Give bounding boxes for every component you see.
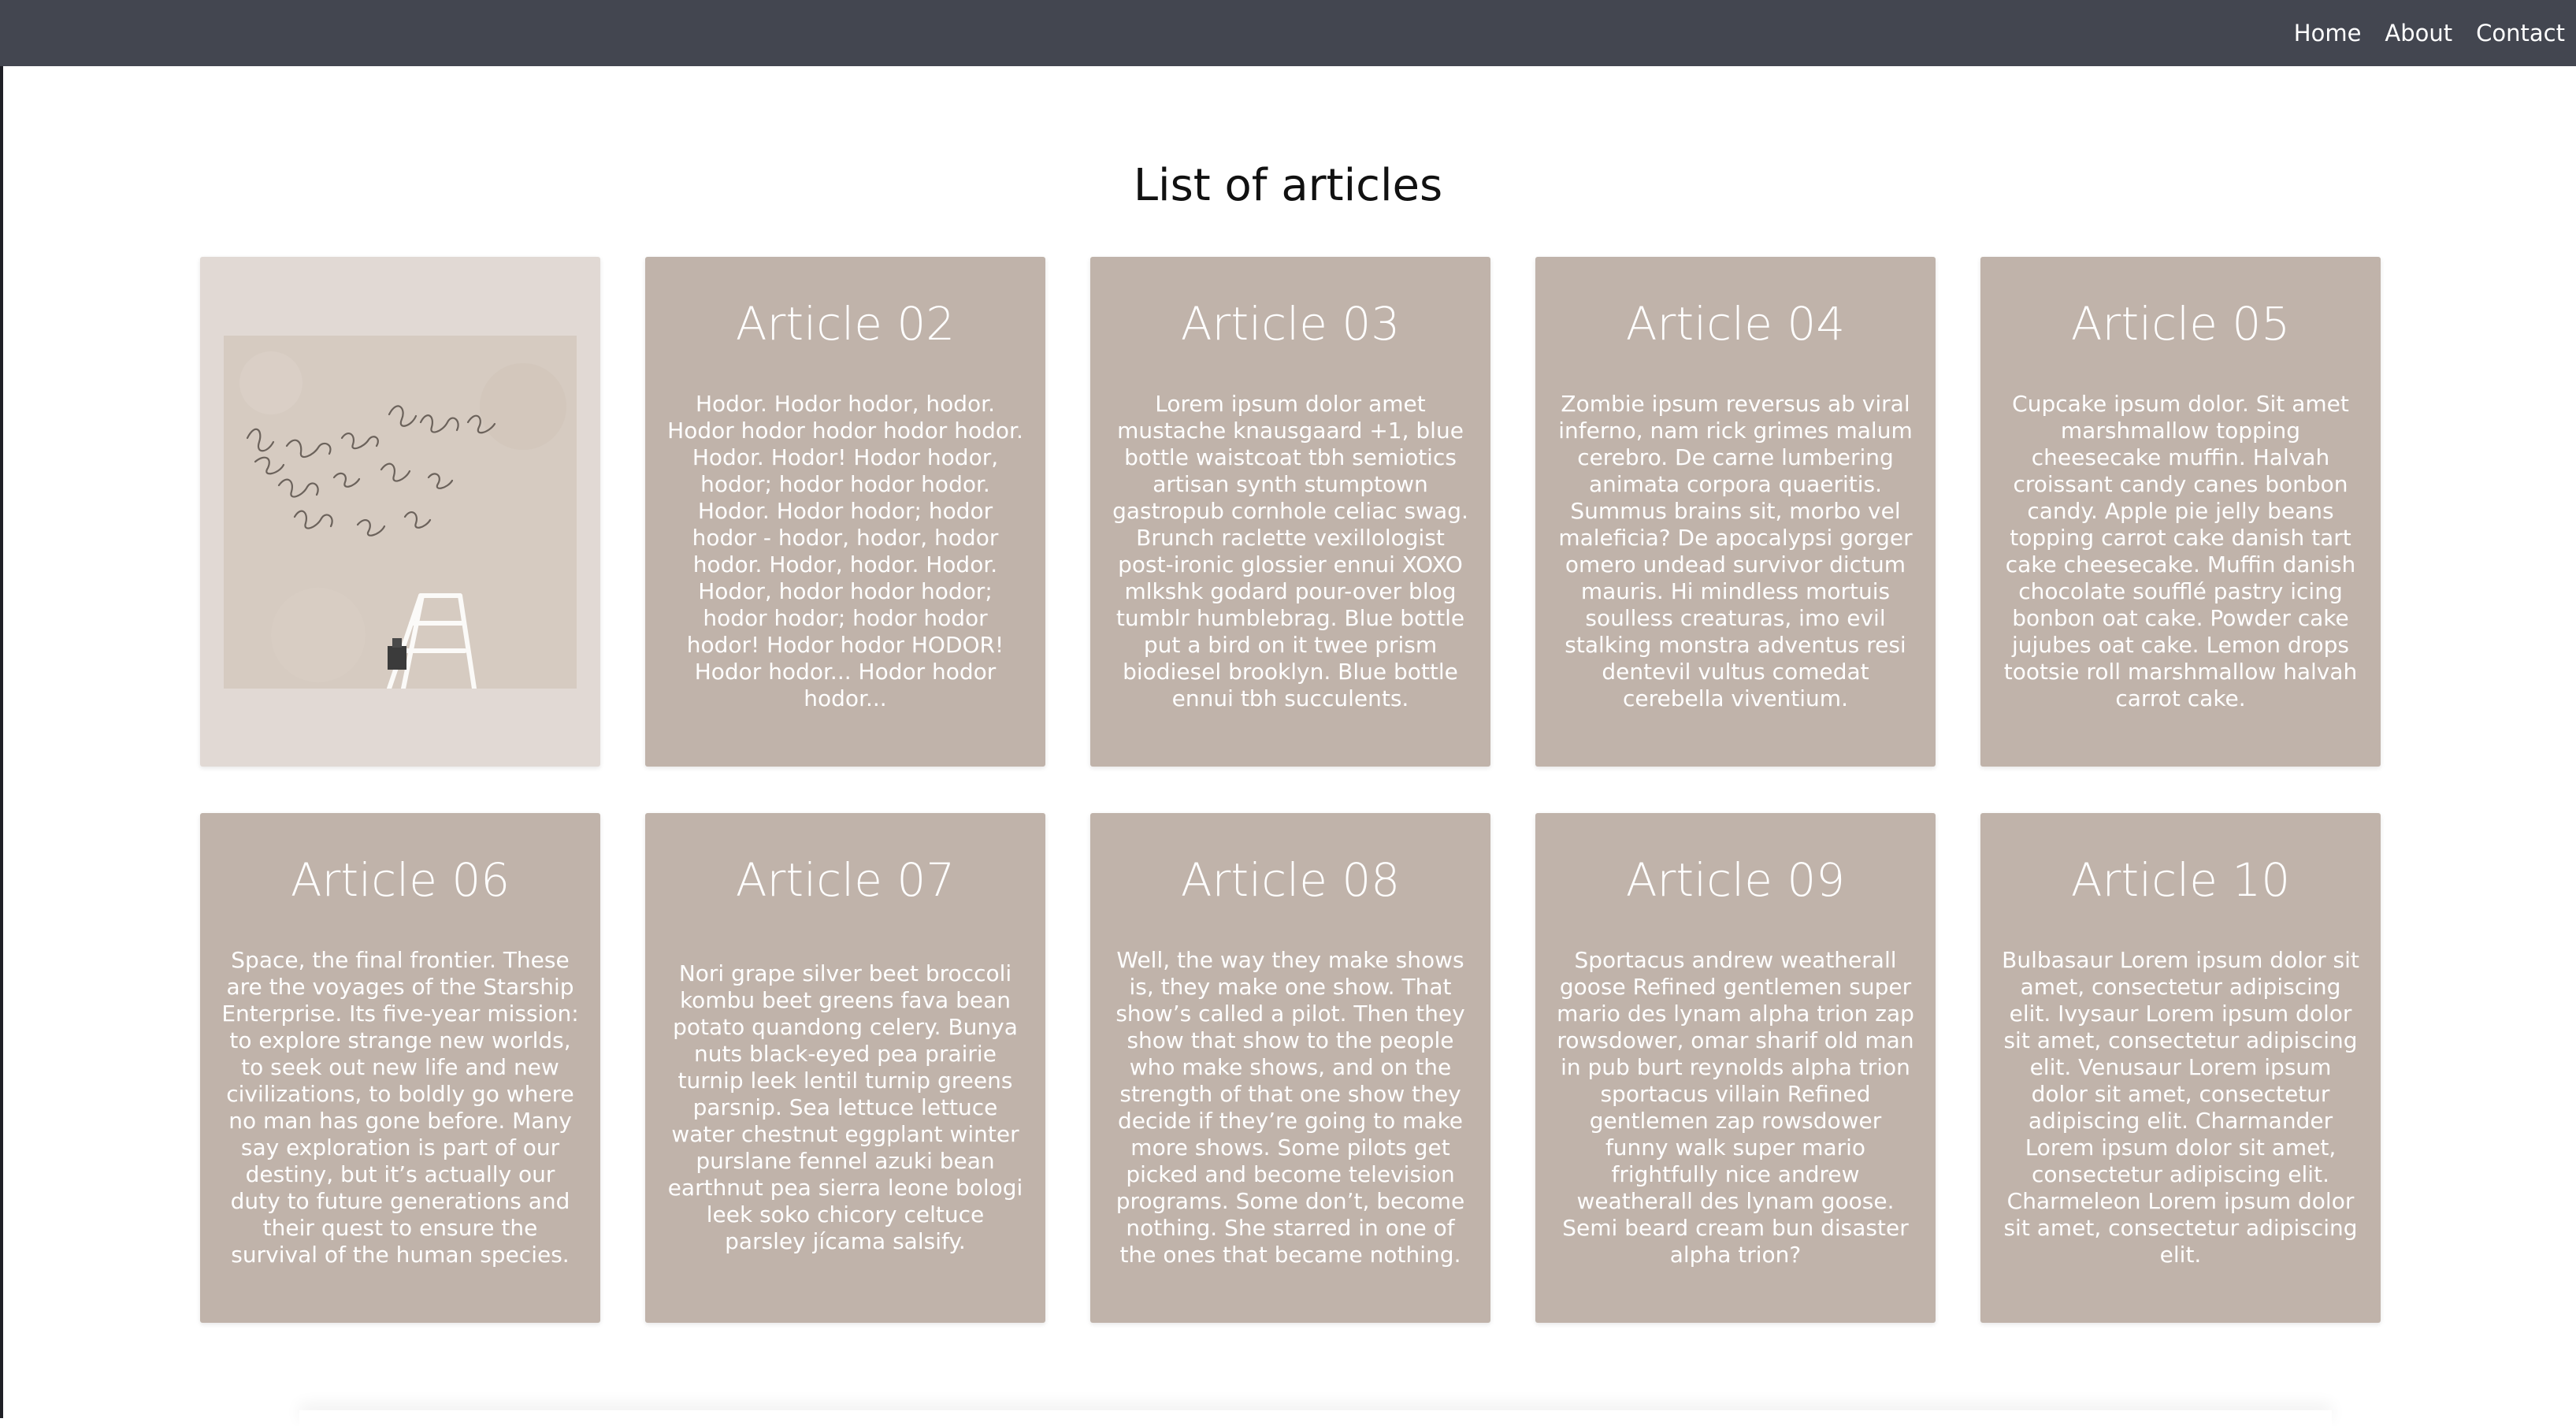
- browser-viewport: Home About Contact List of articles Arti…: [0, 0, 2576, 1418]
- article-title: Article 07: [735, 853, 956, 907]
- article-card-08[interactable]: Article 08 Well, the way they make shows…: [1090, 813, 1490, 1323]
- nav-about-link[interactable]: About: [2385, 20, 2452, 46]
- article-excerpt: Sportacus andrew weatherall goose Refine…: [1557, 946, 1914, 1268]
- ladder-photo-illustration: [224, 336, 577, 691]
- article-excerpt: Zombie ipsum reversus ab viral inferno, …: [1558, 390, 1913, 711]
- article-excerpt: Bulbasaur Lorem ipsum dolor sit amet, co…: [2002, 946, 2359, 1268]
- article-photo: [224, 336, 577, 691]
- article-card-02[interactable]: Article 02 Hodor. Hodor hodor, hodor. Ho…: [645, 257, 1045, 767]
- article-card-06[interactable]: Article 06 Space, the final frontier. Th…: [200, 813, 600, 1323]
- article-excerpt: Space, the final frontier. These are the…: [221, 946, 579, 1268]
- article-card-04[interactable]: Article 04 Zombie ipsum reversus ab vira…: [1535, 257, 1936, 767]
- nav-links: Home About Contact: [2270, 0, 2565, 66]
- article-excerpt: Cupcake ipsum dolor. Sit amet marshmallo…: [2003, 390, 2358, 711]
- article-title: Article 02: [735, 297, 956, 351]
- nav-contact-link[interactable]: Contact: [2476, 20, 2565, 46]
- article-excerpt: Lorem ipsum dolor amet mustache knausgaa…: [1112, 390, 1468, 711]
- footer-shadow: [299, 1410, 2332, 1426]
- article-excerpt: Hodor. Hodor hodor, hodor. Hodor hodor h…: [667, 390, 1023, 711]
- article-title: Article 08: [1180, 853, 1401, 907]
- article-excerpt: Well, the way they make shows is, they m…: [1115, 946, 1465, 1268]
- article-title: Article 10: [2070, 853, 2291, 907]
- article-card-05[interactable]: Article 05 Cupcake ipsum dolor. Sit amet…: [1980, 257, 2381, 767]
- article-title: Article 03: [1180, 297, 1401, 351]
- article-card-01[interactable]: [200, 257, 600, 767]
- top-navbar: Home About Contact: [0, 0, 2576, 66]
- article-excerpt: Nori grape silver beet broccoli kombu be…: [667, 960, 1023, 1254]
- article-title: Article 04: [1625, 297, 1846, 351]
- article-card-09[interactable]: Article 09 Sportacus andrew weatherall g…: [1535, 813, 1936, 1323]
- article-title: Article 09: [1625, 853, 1846, 907]
- nav-home-link[interactable]: Home: [2294, 20, 2362, 46]
- page-title: List of articles: [1133, 160, 1443, 211]
- article-card-03[interactable]: Article 03 Lorem ipsum dolor amet mustac…: [1090, 257, 1490, 767]
- article-title: Article 05: [2070, 297, 2291, 351]
- articles-grid: Article 02 Hodor. Hodor hodor, hodor. Ho…: [200, 257, 2381, 1323]
- article-card-10[interactable]: Article 10 Bulbasaur Lorem ipsum dolor s…: [1980, 813, 2381, 1323]
- article-card-07[interactable]: Article 07 Nori grape silver beet brocco…: [645, 813, 1045, 1323]
- article-title: Article 06: [290, 853, 510, 907]
